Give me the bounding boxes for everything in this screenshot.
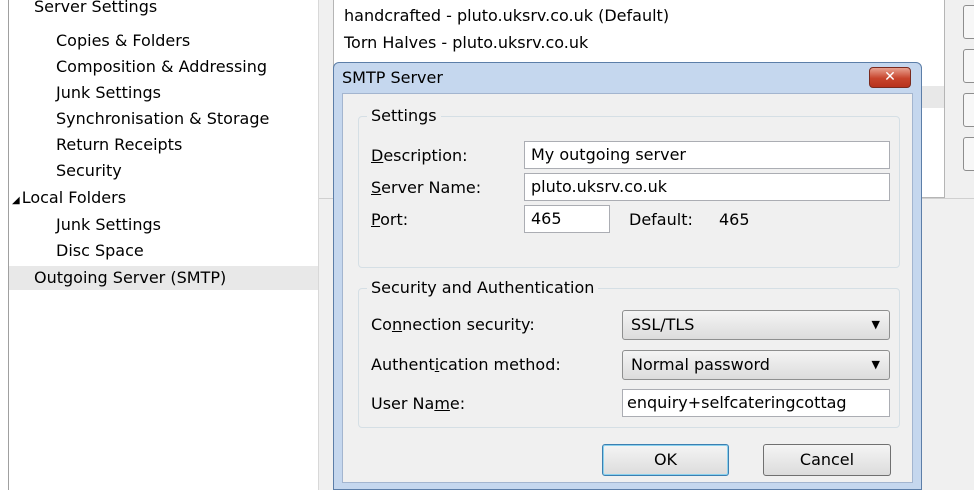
tree-item-label: Security bbox=[56, 161, 122, 180]
default-port-value: 465 bbox=[719, 210, 750, 229]
server-list-item[interactable]: Torn Halves - pluto.uksrv.co.uk bbox=[344, 32, 588, 54]
smtp-server-dialog: SMTP Server ✕ Settings Description: My o… bbox=[333, 62, 922, 490]
tree-item-label: Junk Settings bbox=[56, 83, 161, 102]
remove-server-button[interactable] bbox=[963, 93, 974, 127]
edit-server-button[interactable] bbox=[963, 49, 974, 83]
account-tree: Server Settings Copies & Folders Composi… bbox=[0, 0, 318, 490]
settings-legend: Settings bbox=[367, 105, 441, 127]
add-server-button[interactable] bbox=[963, 5, 974, 39]
ok-button[interactable]: OK bbox=[602, 444, 729, 476]
tree-item-security[interactable]: Security bbox=[56, 159, 122, 183]
description-input[interactable]: My outgoing server bbox=[524, 141, 890, 169]
connection-security-select[interactable]: SSL/TLS ▼ bbox=[622, 310, 890, 340]
tree-item-label: Server Settings bbox=[34, 0, 158, 16]
tree-item-label: Return Receipts bbox=[56, 135, 183, 154]
dialog-body: Settings Description: My outgoing server… bbox=[342, 93, 913, 483]
server-name-input[interactable]: pluto.uksrv.co.uk bbox=[524, 173, 890, 201]
tree-item-junk-settings[interactable]: Junk Settings bbox=[56, 81, 161, 105]
tree-item-label: Synchronisation & Storage bbox=[56, 109, 270, 128]
server-name-label: Server Name: bbox=[371, 178, 482, 197]
tree-item-server-settings[interactable]: Server Settings bbox=[34, 0, 157, 19]
server-list-item-label: Torn Halves - pluto.uksrv.co.uk bbox=[344, 33, 589, 52]
tree-item-composition-addressing[interactable]: Composition & Addressing bbox=[56, 55, 267, 79]
tree-item-label: Junk Settings bbox=[56, 215, 161, 234]
auth-method-label: Authentication method: bbox=[371, 355, 561, 374]
tree-item-synchronisation-storage[interactable]: Synchronisation & Storage bbox=[56, 107, 269, 131]
default-port-label: Default: bbox=[629, 210, 693, 229]
tree-item-disc-space[interactable]: Disc Space bbox=[56, 239, 144, 263]
tree-item-label: Composition & Addressing bbox=[56, 57, 268, 76]
connection-security-label: Connection security: bbox=[371, 315, 535, 334]
tree-item-local-folders[interactable]: ◢ Local Folders bbox=[12, 186, 126, 210]
tree-item-label: Local Folders bbox=[21, 188, 127, 207]
settings-group: Settings Description: My outgoing server… bbox=[358, 105, 900, 268]
auth-method-value: Normal password bbox=[631, 355, 770, 374]
tree-item-label: Disc Space bbox=[56, 241, 144, 260]
close-icon[interactable]: ✕ bbox=[869, 67, 911, 88]
chevron-down-icon: ▼ bbox=[871, 358, 880, 371]
server-list-item[interactable]: handcrafted - pluto.uksrv.co.uk (Default… bbox=[344, 5, 669, 27]
security-auth-group: Security and Authentication Connection s… bbox=[358, 277, 900, 428]
port-label: Port: bbox=[371, 210, 409, 229]
cancel-button[interactable]: Cancel bbox=[763, 444, 891, 476]
server-list-item-label: handcrafted - pluto.uksrv.co.uk (Default… bbox=[344, 6, 670, 25]
tree-item-label: Outgoing Server (SMTP) bbox=[34, 268, 227, 287]
tree-item-return-receipts[interactable]: Return Receipts bbox=[56, 133, 182, 157]
tree-guide-line bbox=[8, 0, 9, 490]
description-label: Description: bbox=[371, 146, 468, 165]
security-legend: Security and Authentication bbox=[367, 277, 599, 299]
dialog-title: SMTP Server bbox=[342, 68, 443, 87]
tree-item-local-junk-settings[interactable]: Junk Settings bbox=[56, 213, 161, 237]
chevron-down-icon: ▼ bbox=[871, 318, 880, 331]
tree-item-outgoing-server[interactable]: Outgoing Server (SMTP) bbox=[9, 266, 318, 290]
tree-item-copies-folders[interactable]: Copies & Folders bbox=[56, 29, 190, 53]
username-input[interactable]: enquiry+selfcateringcottag bbox=[622, 389, 890, 417]
username-label: User Name: bbox=[371, 394, 466, 413]
connection-security-value: SSL/TLS bbox=[631, 315, 695, 334]
auth-method-select[interactable]: Normal password ▼ bbox=[622, 350, 890, 380]
port-input[interactable]: 465 bbox=[524, 205, 610, 233]
tree-item-label: Copies & Folders bbox=[56, 31, 191, 50]
set-default-button[interactable] bbox=[963, 137, 974, 171]
collapse-arrow-icon[interactable]: ◢ bbox=[12, 195, 20, 206]
